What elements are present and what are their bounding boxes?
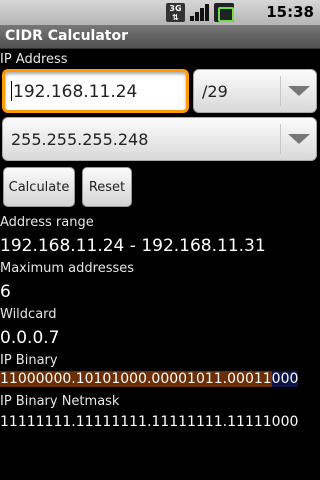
ip-binary-label: IP Binary [0, 353, 58, 368]
dropdown-arrow-icon [288, 86, 310, 96]
max-addresses-value: 6 [0, 282, 11, 302]
status-bar: 3G ⇅ 15:38 [0, 0, 320, 25]
wildcard-value: 0.0.0.7 [0, 328, 60, 348]
dropdown-arrow-icon [288, 134, 310, 144]
app-title: CIDR Calculator [5, 28, 129, 44]
text-caret [11, 81, 12, 101]
ip-binary-host-bits: 000 [271, 371, 299, 387]
signal-icon [189, 3, 210, 22]
address-range-label: Address range [0, 215, 94, 230]
address-range-value: 192.168.11.24 - 192.168.11.31 [0, 236, 266, 256]
cidr-spinner[interactable]: /29 [193, 69, 317, 113]
ip-address-value: 192.168.11.24 [13, 82, 138, 102]
ip-binary-netmask-label: IP Binary Netmask [0, 394, 120, 409]
max-addresses-label: Maximum addresses [0, 261, 135, 276]
calculate-button[interactable]: Calculate [3, 167, 75, 207]
3g-icon: 3G ⇅ [166, 3, 185, 22]
ip-address-input[interactable]: 192.168.11.24 [2, 69, 189, 113]
title-bar: CIDR Calculator [0, 25, 320, 49]
cidr-value: /29 [202, 82, 228, 101]
netmask-value: 255.255.255.248 [11, 130, 149, 149]
netmask-spinner[interactable]: 255.255.255.248 [2, 117, 317, 161]
ip-binary-value: 11000000.10101000.00001011.00011000 [0, 371, 301, 391]
reset-button[interactable]: Reset [82, 167, 132, 207]
wildcard-label: Wildcard [0, 307, 57, 322]
ip-address-label: IP Address [0, 52, 68, 67]
ip-binary-network-bits: 11000000.10101000.00001011.00011 [0, 371, 272, 387]
status-time: 15:38 [266, 3, 314, 21]
ip-binary-netmask-value: 11111111.11111111.11111111.11111000 [0, 414, 299, 430]
battery-icon [214, 3, 234, 22]
